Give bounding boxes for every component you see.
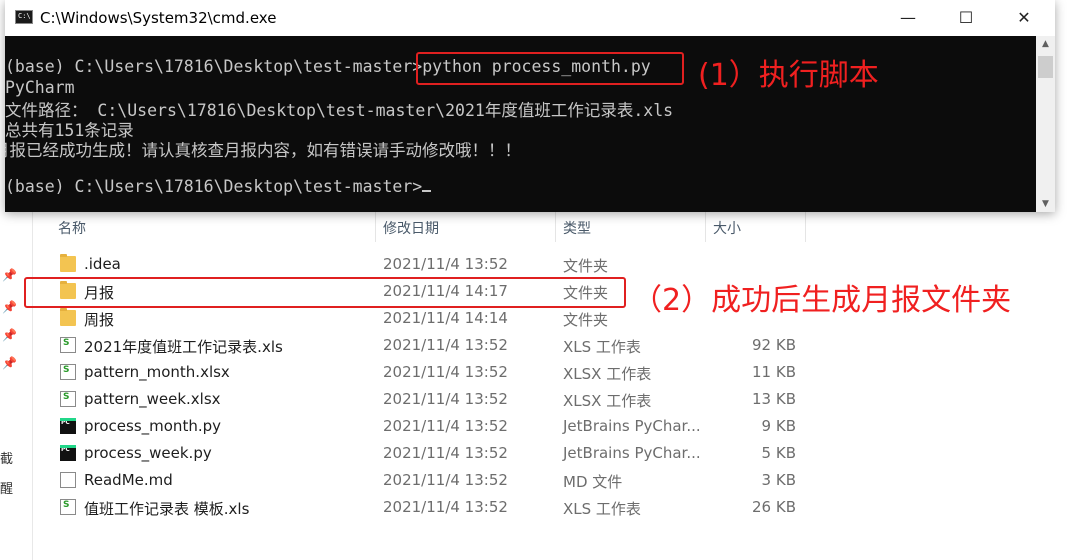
file-date: 2021/11/4 13:52 [383, 390, 508, 408]
file-name: process_month.py [84, 417, 221, 435]
annotation-step1: (1）执行脚本 [698, 58, 879, 93]
file-date: 2021/11/4 13:52 [383, 444, 508, 462]
file-name: .idea [84, 255, 121, 273]
file-date: 2021/11/4 13:52 [383, 336, 508, 354]
pycharm-icon [60, 418, 76, 434]
pin-icon: 📌 [2, 356, 17, 370]
column-type-header[interactable]: 类型 [563, 218, 591, 238]
file-row[interactable]: ReadMe.md 2021/11/4 13:52 MD 文件 3 KB [48, 467, 818, 494]
window-title: C:\Windows\System32\cmd.exe [40, 9, 277, 27]
column-header: 名称 修改日期 类型 大小 [48, 212, 808, 240]
file-size: 13 KB [752, 390, 796, 408]
maximize-button[interactable]: ☐ [937, 0, 995, 36]
column-divider[interactable] [555, 212, 556, 242]
background-window-edge [1055, 0, 1082, 560]
column-divider[interactable] [705, 212, 706, 242]
file-row[interactable]: 2021年度值班工作记录表.xls 2021/11/4 13:52 XLS 工作表 9… [48, 332, 818, 359]
pin-icon: 📌 [2, 300, 17, 314]
text-cursor [422, 190, 432, 192]
cmd-window[interactable]: C:\Windows\System32\cmd.exe — ☐ ✕ (base)… [5, 0, 1055, 212]
file-size: 3 KB [761, 471, 796, 489]
terminal-icon [15, 10, 33, 24]
file-row[interactable]: pattern_week.xlsx 2021/11/4 13:52 XLSX 工作表… [48, 386, 818, 413]
file-name: pattern_month.xlsx [84, 363, 230, 381]
file-name: 周报 [84, 311, 115, 329]
file-size: 5 KB [761, 444, 796, 462]
file-type: MD 文件 [563, 473, 623, 491]
spreadsheet-icon [60, 391, 76, 407]
file-type: XLS 工作表 [563, 500, 641, 518]
file-type: XLS 工作表 [563, 338, 641, 356]
folder-icon [60, 308, 76, 326]
file-type: XLSX 工作表 [563, 365, 652, 383]
file-type: JetBrains PyChar... [563, 444, 701, 462]
console-line: 月报已经成功生成！请认真核查月报内容，如有错误请手动修改哦！！！ [5, 141, 521, 160]
file-type: XLSX 工作表 [563, 392, 652, 410]
file-row[interactable]: process_month.py 2021/11/4 13:52 JetBrains… [48, 413, 818, 440]
cmd-titlebar[interactable]: C:\Windows\System32\cmd.exe — ☐ ✕ [5, 0, 1055, 36]
file-type: JetBrains PyChar... [563, 417, 701, 435]
nav-item-glyph: 截 [0, 452, 14, 467]
console-prompt: (base) C:\Users\17816\Desktop\test-maste… [5, 177, 423, 196]
console-line: PyCharm [5, 78, 75, 97]
file-name: pattern_week.xlsx [84, 390, 221, 408]
file-date: 2021/11/4 14:14 [383, 309, 508, 327]
file-size: 11 KB [752, 363, 796, 381]
file-type: 文件夹 [563, 311, 609, 329]
console-prompt-line: (base) C:\Users\17816\Desktop\test-maste… [5, 177, 432, 196]
file-name: 值班工作记录表 模板.xls [84, 500, 250, 518]
file-row[interactable]: pattern_month.xlsx 2021/11/4 13:52 XLSX 工作… [48, 359, 818, 386]
spreadsheet-icon [60, 337, 76, 353]
file-date: 2021/11/4 13:52 [383, 255, 508, 273]
column-size-header[interactable]: 大小 [713, 218, 741, 238]
close-button[interactable]: ✕ [995, 0, 1053, 36]
file-size: 26 KB [752, 498, 796, 516]
column-divider[interactable] [375, 212, 376, 242]
annotation-box-folder [24, 277, 626, 308]
file-row[interactable]: 值班工作记录表 模板.xls 2021/11/4 13:52 XLS 工作表 26 K… [48, 494, 818, 521]
file-row[interactable]: process_week.py 2021/11/4 13:52 JetBrains … [48, 440, 818, 467]
pin-icon: 📌 [2, 268, 17, 282]
pycharm-icon [60, 445, 76, 461]
column-date-header[interactable]: 修改日期 [383, 218, 439, 238]
file-name: process_week.py [84, 444, 212, 462]
spreadsheet-icon [60, 499, 76, 515]
scroll-up-icon[interactable]: ▲ [1036, 36, 1055, 52]
annotation-step2: （2）成功后生成月报文件夹 [632, 283, 1012, 318]
pin-icon: 📌 [2, 328, 17, 342]
file-date: 2021/11/4 13:52 [383, 363, 508, 381]
annotation-box-command [416, 52, 684, 85]
file-date: 2021/11/4 13:52 [383, 471, 508, 489]
column-name-header[interactable]: 名称 [58, 218, 86, 238]
file-row[interactable]: .idea 2021/11/4 13:52 文件夹 [48, 251, 818, 278]
scrollbar-thumb[interactable] [1038, 56, 1053, 78]
file-size: 9 KB [761, 417, 796, 435]
document-icon [60, 472, 76, 488]
spreadsheet-icon [60, 364, 76, 380]
nav-item-glyph: 醒 [0, 482, 14, 497]
minimize-button[interactable]: — [879, 0, 937, 36]
file-name: 2021年度值班工作记录表.xls [84, 338, 283, 356]
console-scrollbar[interactable]: ▲ ▼ [1036, 36, 1055, 212]
scroll-down-icon[interactable]: ▼ [1036, 196, 1055, 212]
folder-icon [60, 254, 76, 272]
file-date: 2021/11/4 13:52 [383, 498, 508, 516]
column-divider[interactable] [805, 212, 806, 242]
file-size: 92 KB [752, 336, 796, 354]
file-type: 文件夹 [563, 257, 609, 275]
file-name: ReadMe.md [84, 471, 173, 489]
navigation-pane: 📌 📌 📌 📌 截 醒 [0, 200, 33, 560]
file-date: 2021/11/4 13:52 [383, 417, 508, 435]
